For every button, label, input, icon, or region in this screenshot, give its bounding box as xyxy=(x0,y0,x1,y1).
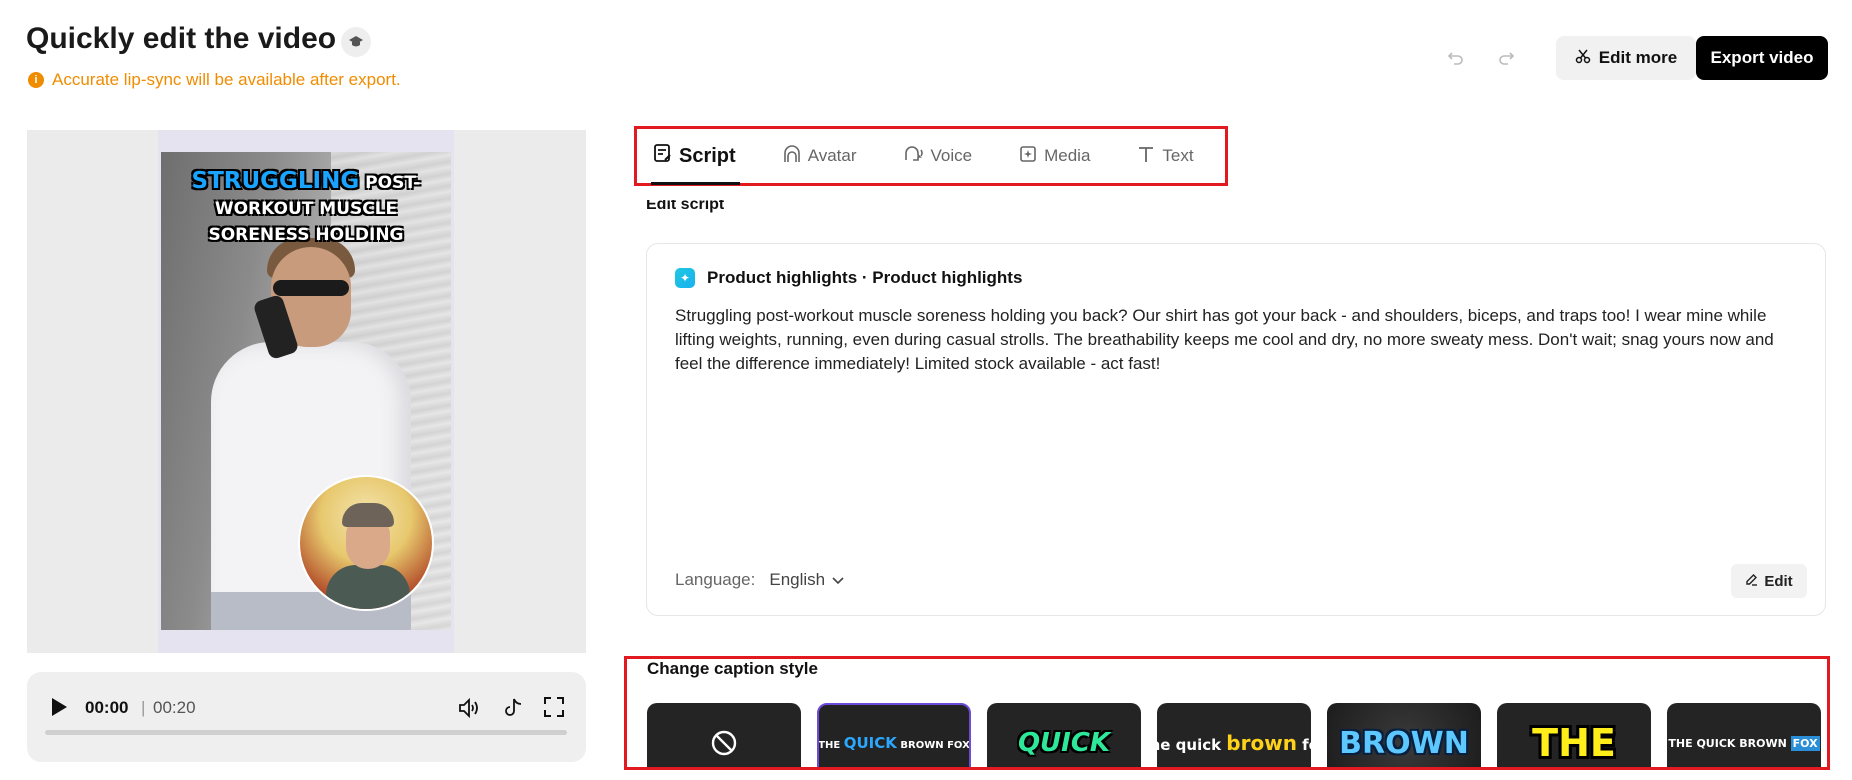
redo-icon[interactable] xyxy=(1494,46,1518,70)
no-caption-icon xyxy=(711,730,737,756)
language-value: English xyxy=(769,570,826,589)
caption-line-1-rest: POST- xyxy=(365,173,421,193)
page-title: Quickly edit the video xyxy=(26,22,337,55)
tiktok-icon[interactable] xyxy=(501,696,527,722)
caption-highlight-word: STRUGGLING xyxy=(191,168,360,194)
style-2-text-c: BROWN FOX xyxy=(896,740,970,751)
lip-sync-warning: i Accurate lip-sync will be available af… xyxy=(28,70,401,90)
scissors-icon xyxy=(1575,48,1591,69)
tab-voice[interactable]: Voice xyxy=(903,129,973,183)
language-label: Language: xyxy=(675,570,756,589)
style-7-text-a: THE QUICK BROWN xyxy=(1668,736,1791,750)
play-icon[interactable] xyxy=(49,696,71,720)
undo-icon[interactable] xyxy=(1444,46,1468,70)
fullscreen-icon[interactable] xyxy=(543,696,569,722)
style-2-text-a: THE xyxy=(818,740,844,751)
avatar-icon xyxy=(782,144,802,169)
script-edit-button[interactable]: Edit xyxy=(1731,564,1807,598)
tab-text-label: Text xyxy=(1162,146,1194,165)
language-select[interactable]: English xyxy=(769,570,845,590)
style-4-text-a: The quick xyxy=(1157,736,1222,754)
script-text[interactable]: Struggling post-workout muscle soreness … xyxy=(675,304,1805,376)
vertical-frame: STRUGGLING POST- WORKOUT MUSCLE SORENESS… xyxy=(158,130,454,653)
script-card: ✦ Product highlights · Product highlight… xyxy=(646,243,1826,616)
progress-bar[interactable] xyxy=(45,730,567,735)
caption-style-quick-green[interactable]: QUICK xyxy=(987,703,1141,767)
tab-avatar-label: Avatar xyxy=(807,146,857,165)
caption-style-title: Change caption style xyxy=(647,659,818,678)
style-6-text: THE xyxy=(1532,721,1616,765)
text-icon xyxy=(1136,144,1156,169)
graduation-cap-icon[interactable] xyxy=(341,27,371,57)
script-heading-text: Product highlights · Product highlights xyxy=(707,268,1023,287)
tab-media-label: Media xyxy=(1044,146,1091,165)
info-icon: i xyxy=(28,72,44,88)
style-4-text-b: brown xyxy=(1226,731,1297,755)
voice-icon xyxy=(903,144,925,169)
current-time: 00:00 xyxy=(85,698,129,717)
tab-text[interactable]: Text xyxy=(1136,129,1194,183)
style-5-text: BROWN xyxy=(1339,725,1469,761)
tab-media[interactable]: Media xyxy=(1018,129,1090,183)
volume-icon[interactable] xyxy=(457,696,483,722)
video-caption-overlay: STRUGGLING POST- WORKOUT MUSCLE SORENESS… xyxy=(161,168,451,248)
caption-style-quick-blue[interactable]: THE QUICK BROWN FOX xyxy=(817,703,971,767)
language-row: Language: English xyxy=(675,570,845,590)
caption-line-2: WORKOUT MUSCLE xyxy=(214,199,398,219)
caption-style-fox-box[interactable]: THE QUICK BROWN FOX xyxy=(1667,703,1821,767)
caption-line-3: SORENESS HOLDING xyxy=(208,225,404,245)
video-preview[interactable]: STRUGGLING POST- WORKOUT MUSCLE SORENESS… xyxy=(27,130,586,653)
script-edit-label: Edit xyxy=(1764,572,1793,590)
tab-script[interactable]: Script xyxy=(651,129,740,185)
tab-script-label: Script xyxy=(679,144,736,167)
script-heading: ✦ Product highlights · Product highlight… xyxy=(675,268,1022,288)
avatar-bubble[interactable] xyxy=(298,475,434,611)
tab-voice-label: Voice xyxy=(930,146,973,165)
caption-style-brown-blue[interactable]: BROWN xyxy=(1327,703,1481,767)
editor-tabs: Script Avatar Voice Media Text xyxy=(634,126,1228,186)
time-separator: | xyxy=(141,698,146,717)
export-video-button[interactable]: Export video xyxy=(1696,36,1828,80)
pencil-icon xyxy=(1745,573,1758,590)
warning-text: Accurate lip-sync will be available afte… xyxy=(52,70,401,89)
edit-more-button[interactable]: Edit more xyxy=(1556,36,1696,80)
caption-style-none[interactable] xyxy=(647,703,801,767)
sparkle-icon: ✦ xyxy=(675,268,695,288)
total-time: 00:20 xyxy=(153,698,196,717)
caption-style-brown-yellow[interactable]: The quick brown fox xyxy=(1157,703,1311,767)
chevron-down-icon xyxy=(832,577,844,585)
style-7-text-b: FOX xyxy=(1790,735,1820,751)
edit-more-label: Edit more xyxy=(1598,48,1678,67)
style-4-text-c: fox xyxy=(1302,736,1311,754)
edit-script-title: Edit script xyxy=(646,200,725,213)
video-frame-image: STRUGGLING POST- WORKOUT MUSCLE SORENESS… xyxy=(161,152,451,630)
caption-style-list: THE QUICK BROWN FOX QUICK The quick brow… xyxy=(647,703,1821,767)
media-icon xyxy=(1018,144,1038,169)
style-3-text: QUICK xyxy=(1017,728,1111,758)
tab-avatar[interactable]: Avatar xyxy=(782,129,857,183)
script-icon xyxy=(653,143,673,169)
caption-style-panel: Change caption style THE QUICK BROWN FOX… xyxy=(624,656,1830,770)
video-player-controls: 00:00 | 00:20 xyxy=(27,672,586,762)
style-2-text-b: QUICK xyxy=(843,734,897,752)
caption-style-the-yellow[interactable]: THE xyxy=(1497,703,1651,767)
